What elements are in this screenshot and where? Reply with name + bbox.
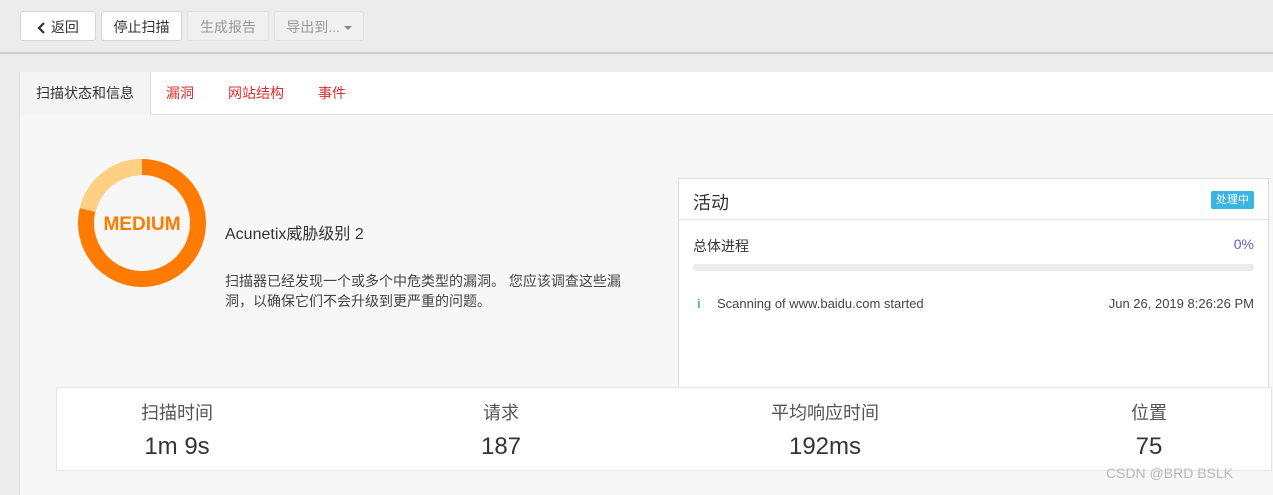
tab-vulnerabilities-label: 漏洞	[166, 85, 194, 101]
threat-level-title: Acunetix威胁级别 2	[225, 226, 364, 243]
stat-value: 75	[1135, 433, 1163, 460]
activity-panel: 活动 处理中 总体进程 0% i Scanning of www.baidu.c…	[678, 178, 1269, 417]
export-dropdown-button[interactable]: 导出到...	[274, 11, 364, 41]
stat-avg-response: 平均响应时间 192ms	[675, 388, 975, 461]
tab-events[interactable]: 事件	[318, 72, 346, 114]
threat-gauge: MEDIUM	[77, 158, 207, 293]
stop-scan-label: 停止扫描	[113, 19, 170, 35]
overall-progress-value: 0%	[1233, 236, 1254, 252]
stat-value: 1m 9s	[144, 433, 210, 460]
activity-title: 活动	[693, 193, 729, 213]
stat-label: 平均响应时间	[771, 403, 879, 423]
event-message: Scanning of www.baidu.com started	[717, 296, 924, 311]
overall-progress-label: 总体进程	[693, 238, 749, 254]
tab-vulnerabilities[interactable]: 漏洞	[166, 72, 194, 114]
stat-value: 187	[480, 433, 522, 460]
generate-report-label: 生成报告	[200, 19, 256, 35]
tab-bar: 扫描状态和信息 漏洞 网站结构 事件	[20, 72, 1273, 115]
scan-stats: 扫描时间 1m 9s 请求 187 平均响应时间 192ms 位置 75	[56, 387, 1272, 471]
stat-label: 扫描时间	[141, 403, 213, 423]
stat-locations: 位置 75	[999, 388, 1273, 461]
stat-label: 请求	[483, 403, 519, 423]
chevron-left-icon	[37, 19, 47, 35]
tab-scan-status-label: 扫描状态和信息	[36, 85, 134, 101]
tab-site-structure-label: 网站结构	[228, 85, 284, 101]
stat-requests: 请求 187	[351, 388, 651, 461]
back-label: 返回	[50, 19, 79, 35]
tab-scan-status[interactable]: 扫描状态和信息	[20, 72, 151, 115]
activity-header: 活动 处理中	[679, 179, 1268, 220]
generate-report-button[interactable]: 生成报告	[187, 11, 269, 41]
back-button[interactable]: 返回	[20, 11, 96, 41]
event-time: Jun 26, 2019 8:26:26 PM	[1108, 296, 1254, 311]
threat-gauge-label: MEDIUM	[103, 214, 180, 235]
tab-site-structure[interactable]: 网站结构	[228, 72, 284, 114]
caret-down-icon	[343, 19, 352, 35]
threat-description: 扫描器已经发现一个或多个中危类型的漏洞。 您应该调查这些漏洞，以确保它们不会升级…	[225, 273, 621, 309]
stat-scan-time: 扫描时间 1m 9s	[27, 388, 327, 461]
stat-value: 192ms	[788, 433, 862, 460]
status-badge: 处理中	[1211, 191, 1254, 209]
stat-label: 位置	[1131, 403, 1167, 423]
progress-bar	[693, 264, 1254, 271]
stop-scan-button[interactable]: 停止扫描	[101, 11, 182, 41]
export-label: 导出到...	[286, 19, 340, 35]
tab-events-label: 事件	[318, 85, 346, 101]
toolbar: 返回 停止扫描 生成报告 导出到...	[0, 0, 1273, 54]
info-icon: i	[697, 296, 701, 311]
scan-status-content: MEDIUM Acunetix威胁级别 2 扫描器已经发现一个或多个中危类型的漏…	[20, 115, 1273, 495]
scan-panel: 扫描状态和信息 漏洞 网站结构 事件 MEDIUM Acunetix威胁级别 2…	[19, 72, 1273, 495]
watermark: CSDN @BRD BSLK	[1106, 465, 1234, 481]
threat-level-ring: MEDIUM	[78, 159, 206, 287]
